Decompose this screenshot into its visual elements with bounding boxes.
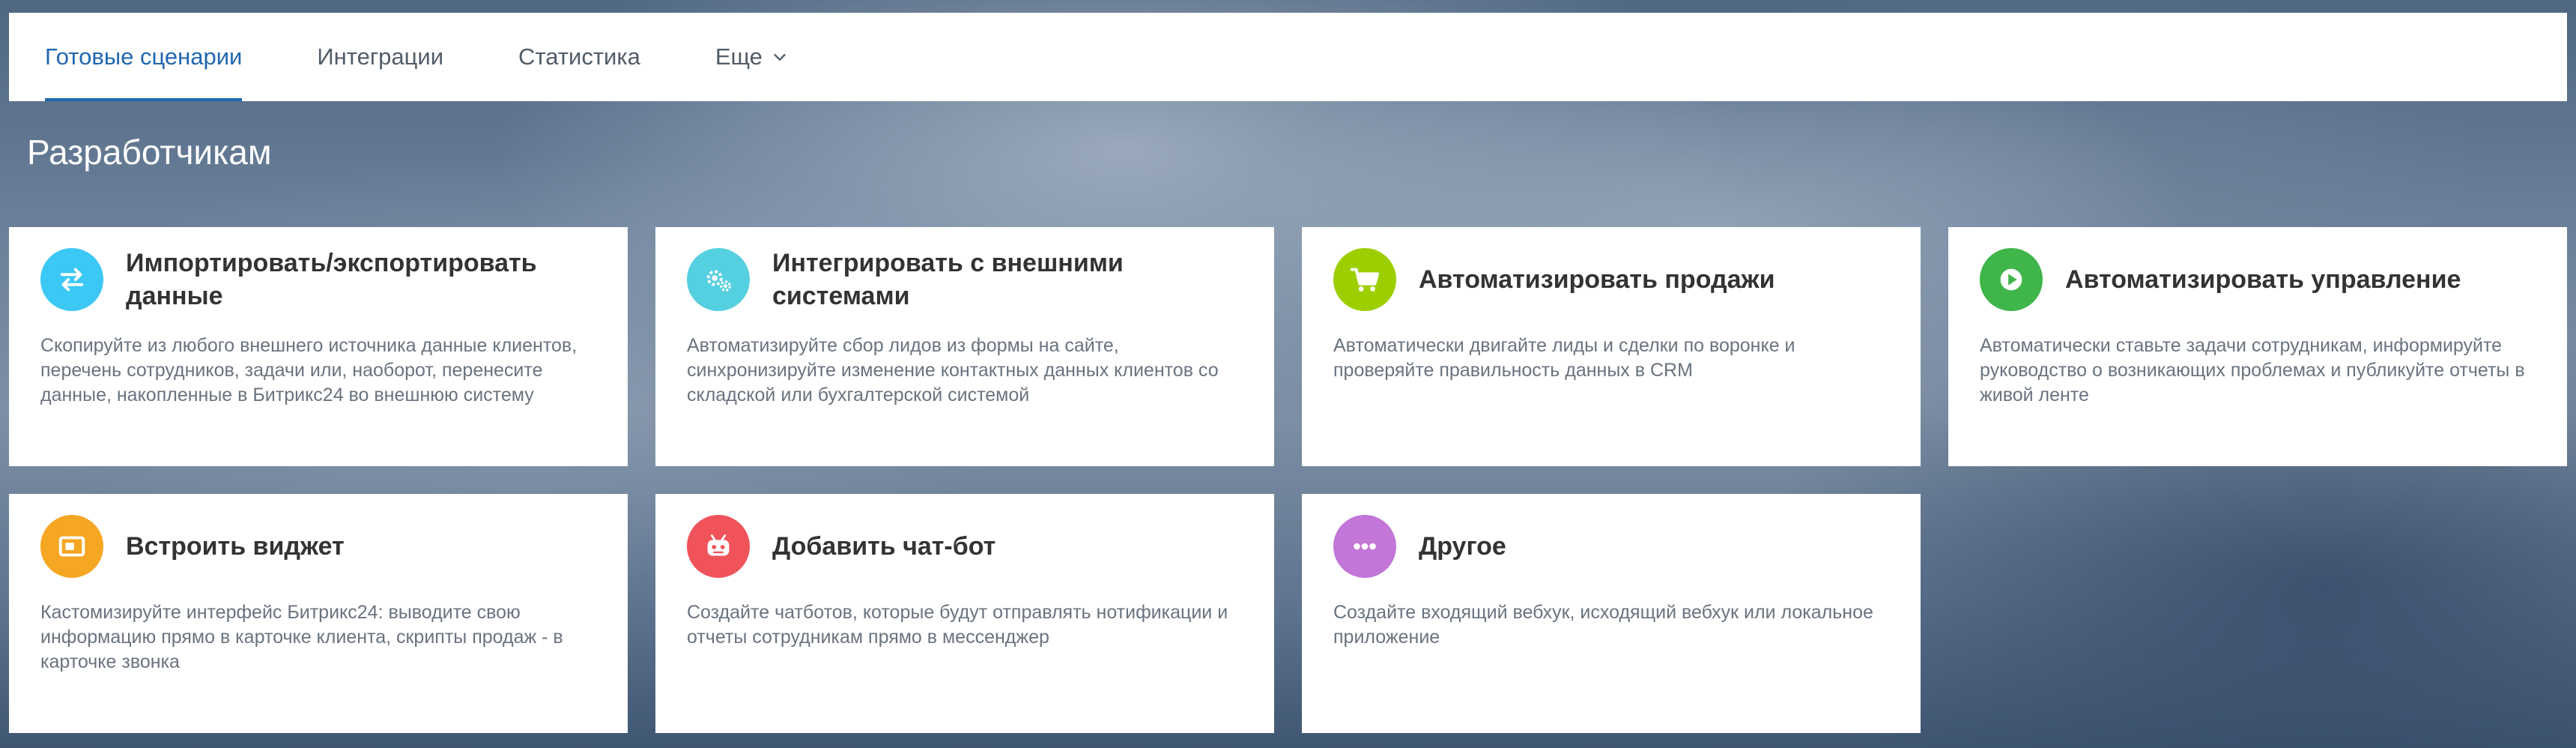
card-import-export[interactable]: Импортировать/экспортировать данные Скоп…	[9, 227, 628, 466]
card-description: Автоматически двигайте лиды и сделки по …	[1333, 335, 1795, 381]
gears-icon	[687, 248, 750, 311]
top-nav: Готовые сценарии Интеграции Статистика Е…	[9, 13, 2567, 101]
card-title: Автоматизировать управление	[2065, 265, 2461, 294]
card-description: Создайте входящий вебхук, исходящий вебх…	[1333, 602, 1873, 648]
card-other[interactable]: Другое Создайте входящий вебхук, исходящ…	[1302, 494, 1921, 733]
tab-label: Готовые сценарии	[45, 43, 243, 70]
swap-arrows-icon	[40, 248, 103, 311]
tab-ready-scenarios[interactable]: Готовые сценарии	[45, 13, 243, 101]
card-integrate[interactable]: Интегрировать с внешними системами Автом…	[655, 227, 1274, 466]
card-description: Автоматизируйте сбор лидов из формы на с…	[687, 335, 1219, 405]
card-embed-widget[interactable]: Встроить виджет Кастомизируйте интерфейс…	[9, 494, 628, 733]
card-description: Кастомизируйте интерфейс Битрикс24: выво…	[40, 602, 563, 672]
tab-integrations[interactable]: Интеграции	[317, 13, 443, 101]
card-title: Добавить чат-бот	[772, 532, 996, 561]
tab-label: Еще	[715, 43, 763, 70]
tab-statistics[interactable]: Статистика	[518, 13, 640, 101]
card-title: Другое	[1419, 532, 1506, 561]
card-description: Автоматически ставьте задачи сотрудникам…	[1980, 335, 2525, 405]
card-automate-sales[interactable]: Автоматизировать продажи Автоматически д…	[1302, 227, 1921, 466]
chevron-down-icon	[774, 54, 786, 61]
cart-icon	[1333, 248, 1396, 311]
page-title: Разработчикам	[27, 133, 272, 172]
dots-icon	[1333, 515, 1396, 578]
tab-label: Интеграции	[317, 43, 444, 70]
tab-more[interactable]: Еще	[715, 13, 788, 101]
widget-icon	[40, 515, 103, 578]
card-description: Создайте чатботов, которые будут отправл…	[687, 602, 1228, 648]
card-description: Скопируйте из любого внешнего источника …	[40, 335, 578, 405]
card-title: Интегрировать с внешними системами	[772, 249, 1124, 310]
tab-label: Статистика	[518, 43, 640, 70]
card-add-chatbot[interactable]: Добавить чат-бот Создайте чатботов, кото…	[655, 494, 1274, 733]
card-title: Встроить виджет	[126, 532, 345, 561]
card-title: Импортировать/экспортировать данные	[126, 249, 537, 310]
robot-icon	[687, 515, 750, 578]
play-icon	[1980, 248, 2043, 311]
card-automate-management[interactable]: Автоматизировать управление Автоматическ…	[1948, 227, 2567, 466]
card-title: Автоматизировать продажи	[1419, 265, 1775, 294]
